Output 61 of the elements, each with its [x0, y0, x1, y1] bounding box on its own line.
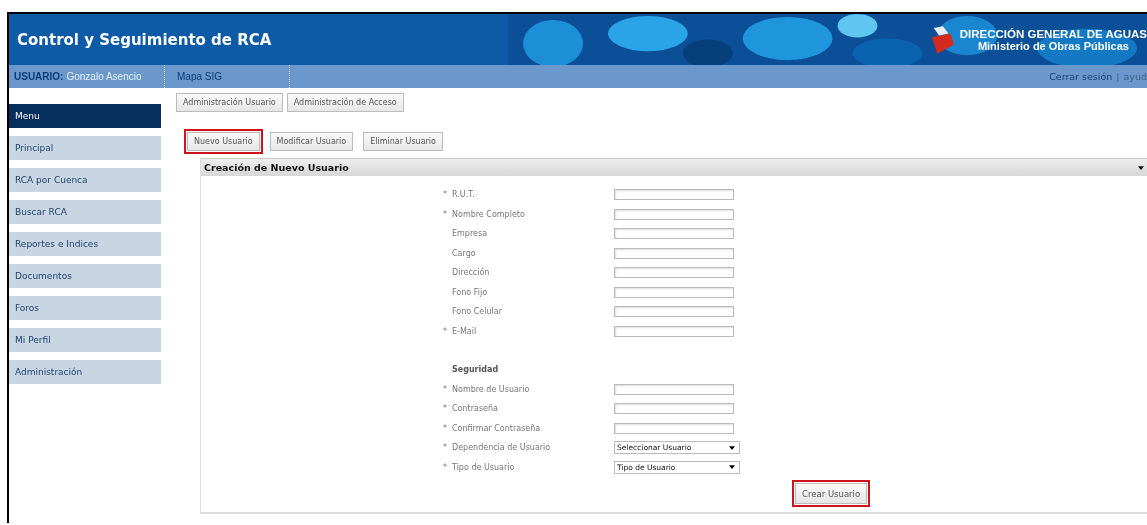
- field-label: Nombre Completo: [452, 209, 526, 219]
- section-heading: Seguridad: [452, 365, 499, 375]
- user-name: Gonzalo Asencio: [66, 71, 142, 82]
- sidebar-item[interactable]: Mi Perfil: [9, 328, 161, 352]
- field-label: Empresa: [452, 229, 489, 239]
- input-field[interactable]: [614, 208, 734, 220]
- field-label: Fono Fijo: [452, 287, 489, 297]
- required-mark: *: [443, 404, 447, 414]
- field-label: Tipo de Usuario: [452, 462, 516, 472]
- sidebar-item[interactable]: Documentos: [9, 264, 161, 288]
- required-mark: *: [443, 462, 447, 472]
- sidebar-item[interactable]: Reportes e Indices: [9, 232, 161, 256]
- field-label: Contraseña: [452, 404, 499, 414]
- action-button[interactable]: Eliminar Usuario: [363, 132, 443, 151]
- separator-text: |: [1116, 71, 1120, 82]
- required-mark: *: [443, 423, 447, 433]
- caret-icon: [729, 465, 735, 470]
- app-title: Control y Seguimiento de RCA: [17, 30, 272, 49]
- field-label: Cargo: [452, 248, 477, 258]
- ministry-name: Ministerio de Obras Públicas: [977, 39, 1129, 52]
- panel-title: Creación de Nuevo Usuario: [204, 162, 349, 173]
- sidebar-item[interactable]: Administración: [9, 360, 161, 384]
- menu-heading: Menu: [9, 104, 161, 128]
- required-mark: *: [443, 326, 447, 336]
- input-field[interactable]: [614, 189, 734, 201]
- input-field[interactable]: [614, 306, 734, 318]
- sidebar-item[interactable]: Buscar RCA: [9, 200, 161, 224]
- required-mark: *: [443, 443, 447, 453]
- admin-tab[interactable]: Administración Usuario: [176, 93, 283, 112]
- input-field[interactable]: [614, 267, 734, 279]
- input-field[interactable]: [614, 325, 734, 337]
- caret-icon[interactable]: [1138, 165, 1144, 170]
- required-mark: *: [443, 209, 447, 219]
- sidebar-item[interactable]: RCA por Cuenca: [9, 168, 161, 192]
- create-user-button[interactable]: Crear Usuario: [795, 483, 868, 504]
- field-label: E-Mail: [452, 326, 478, 336]
- logout-link[interactable]: Cerrar sesión: [1049, 71, 1113, 82]
- action-button[interactable]: Nuevo Usuario: [187, 132, 260, 151]
- input-field[interactable]: [614, 383, 734, 395]
- field-label: R.U.T.: [452, 190, 476, 200]
- action-button[interactable]: Modificar Usuario: [269, 132, 354, 151]
- admin-tab[interactable]: Administración de Acceso: [286, 93, 404, 112]
- input-field[interactable]: [614, 403, 734, 415]
- map-link[interactable]: Mapa SIG: [177, 71, 223, 82]
- caret-icon: [729, 445, 735, 450]
- sidebar-item[interactable]: Foros: [9, 296, 161, 320]
- sidebar-item[interactable]: Principal: [9, 136, 161, 160]
- input-field[interactable]: [614, 422, 734, 434]
- input-field[interactable]: [614, 286, 734, 298]
- org-name: DIRECCIÓN GENERAL DE AGUAS: [959, 27, 1147, 40]
- flag-logo-icon: [929, 25, 954, 54]
- field-label: Nombre de Usuario: [452, 384, 531, 394]
- required-mark: *: [443, 384, 447, 394]
- user-label: USUARIO:: [14, 71, 64, 82]
- input-field[interactable]: [614, 247, 734, 259]
- field-label: Dependencia de Usuario: [452, 443, 552, 453]
- field-label: Fono Celular: [452, 307, 503, 317]
- input-field[interactable]: [614, 228, 734, 240]
- required-mark: *: [443, 190, 447, 200]
- field-label: Confirmar Contraseña: [452, 423, 542, 433]
- field-label: Dirección: [452, 268, 491, 278]
